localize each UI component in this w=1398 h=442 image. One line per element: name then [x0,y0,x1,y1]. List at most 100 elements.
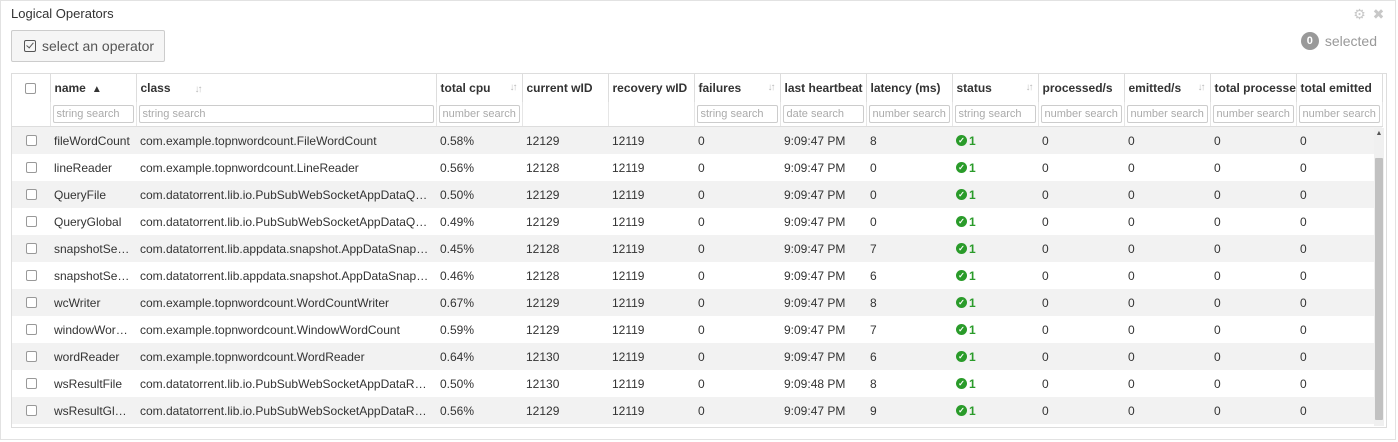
emitted-filter-input[interactable] [1126,105,1208,123]
cell-emit: 0 [1124,181,1210,208]
status-badge: ✓ 1 [956,215,1034,229]
select-all-checkbox[interactable] [25,82,37,94]
cell-tproc: 0 [1210,126,1296,154]
status-filter-input[interactable] [954,105,1036,123]
gear-icon[interactable]: ⚙ [1353,7,1366,21]
sort-icon: ↓↑ [1025,82,1034,93]
table-row[interactable]: snapshotSe… com.datatorrent.lib.appdata.s… [12,235,1382,262]
select-operator-label: select an operator [42,38,155,54]
cell-hb: 9:09:47 PM [780,343,866,370]
operator-name-link[interactable]: wsResultFile [50,370,136,397]
total-processed-filter-input[interactable] [1212,105,1294,123]
cell-lat: 7 [866,235,952,262]
row-checkbox[interactable] [25,216,37,227]
status-badge: ✓ 1 [956,242,1034,256]
operator-name-link[interactable]: snapshotSe… [50,262,136,289]
latency-filter-input[interactable] [868,105,950,123]
cell-fail: 0 [698,214,705,229]
selected-label: selected [1324,33,1377,49]
operator-name-link[interactable]: wcWriter [50,289,136,316]
status-value: 1 [969,403,976,418]
row-checkbox[interactable] [25,270,37,281]
operator-name-link[interactable]: fileWordCount [50,126,136,154]
row-checkbox[interactable] [25,351,37,362]
col-header-processed[interactable]: processed/s [1038,74,1125,102]
table-row[interactable]: wcWriter com.example.topnwordcount.WordCo… [12,289,1382,316]
heartbeat-filter-input[interactable] [782,105,864,123]
col-header-status[interactable]: status ↓↑ [952,74,1039,102]
table-row[interactable]: QueryGlobal com.datatorrent.lib.io.PubSub… [12,208,1382,235]
vertical-scrollbar[interactable]: ▲ [1374,128,1384,426]
operator-name-link[interactable]: lineReader [50,154,136,181]
col-header-failures[interactable]: failures ↓↑ [694,74,781,102]
select-all-cell [12,74,51,102]
operator-name-link[interactable]: wsResultGl… [50,397,136,424]
row-checkbox[interactable] [25,324,37,335]
cell-fail: 0 [694,235,780,262]
cell-lat: 0 [866,181,952,208]
cell-emit: 0 [1124,343,1210,370]
operator-name-link[interactable]: QueryGlobal [50,208,136,235]
table-row[interactable]: lineReader com.example.topnwordcount.Line… [12,154,1382,181]
scroll-up-arrow-icon[interactable]: ▲ [1375,130,1383,138]
row-checkbox[interactable] [25,243,37,254]
status-value: 1 [969,376,976,391]
col-header-total-emitted[interactable]: total emitted [1296,74,1383,102]
operator-name-link[interactable]: windowWor… [50,316,136,343]
cell-temit: 0 [1300,322,1307,337]
status-badge: ✓ 1 [956,350,1034,364]
row-checkbox[interactable] [25,405,37,416]
col-header-cpu[interactable]: total cpu ↓↑ [436,74,523,102]
cell-cur: 12129 [522,126,608,154]
select-operator-button[interactable]: select an operator [11,30,165,62]
cell-hb: 9:09:47 PM [780,181,866,208]
col-header-recovery-wid[interactable]: recovery wID [608,74,695,102]
table-row[interactable]: windowWor… com.example.topnwordcount.Wind… [12,316,1382,343]
name-filter-input[interactable] [52,105,134,123]
table-row[interactable]: wsResultGl… com.datatorrent.lib.io.PubSub… [12,397,1382,424]
panel-title: Logical Operators [11,6,114,21]
cell-temit: 0 [1296,235,1382,262]
table-row[interactable]: QueryFile com.datatorrent.lib.io.PubSubWe… [12,181,1382,208]
cell-cpu: 0.50% [440,376,475,391]
processed-filter-input[interactable] [1040,105,1122,123]
cell-emit: 0 [1128,160,1135,175]
col-header-latency[interactable]: latency (ms) [866,74,953,102]
cpu-filter-input[interactable] [438,105,520,123]
col-header-last-heartbeat[interactable]: last heartbeat [780,74,867,102]
col-header-name[interactable]: name ▲ [50,74,137,102]
operator-name-link[interactable]: wordReader [50,343,136,370]
operator-name-link[interactable]: snapshotSe… [50,235,136,262]
row-checkbox[interactable] [25,297,37,308]
status-badge: ✓ 1 [956,404,1034,418]
cell-emit: 0 [1124,126,1210,154]
col-header-current-wid[interactable]: current wID [522,74,609,102]
row-checkbox[interactable] [25,189,37,200]
table-row[interactable]: wsResultFile com.datatorrent.lib.io.PubSu… [12,370,1382,397]
check-circle-icon: ✓ [956,162,967,173]
class-filter-input[interactable] [138,105,434,123]
table-row[interactable]: snapshotSe… com.datatorrent.lib.appdata.s… [12,262,1382,289]
selected-indicator: 0 selected [1300,32,1377,50]
failures-filter-input[interactable] [696,105,778,123]
cell-cur: 12129 [522,181,608,208]
table-row[interactable]: wordReader com.example.topnwordcount.Word… [12,343,1382,370]
row-checkbox[interactable] [25,378,37,389]
cell-temit: 0 [1296,397,1382,424]
col-header-emitted[interactable]: emitted/s ↓↑ [1124,74,1211,102]
operator-name-link[interactable]: QueryFile [50,181,136,208]
total-emitted-filter-input[interactable] [1298,105,1380,123]
col-header-total-processed[interactable]: total processed [1210,74,1297,102]
cell-cur: 12129 [522,289,608,316]
row-checkbox[interactable] [25,135,37,146]
cell-tproc: 0 [1214,322,1221,337]
col-header-class[interactable]: class ↓↑ [136,74,437,102]
table-row[interactable]: fileWordCount com.example.topnwordcount.F… [12,126,1382,154]
cell-proc: 0 [1042,322,1049,337]
scrollbar-thumb[interactable] [1375,158,1383,420]
status-value: 1 [969,295,976,310]
close-icon[interactable]: ✖ [1372,7,1385,21]
cell-hb: 9:09:48 PM [784,376,846,391]
row-checkbox[interactable] [25,162,37,173]
cell-cpu: 0.56% [436,397,522,424]
